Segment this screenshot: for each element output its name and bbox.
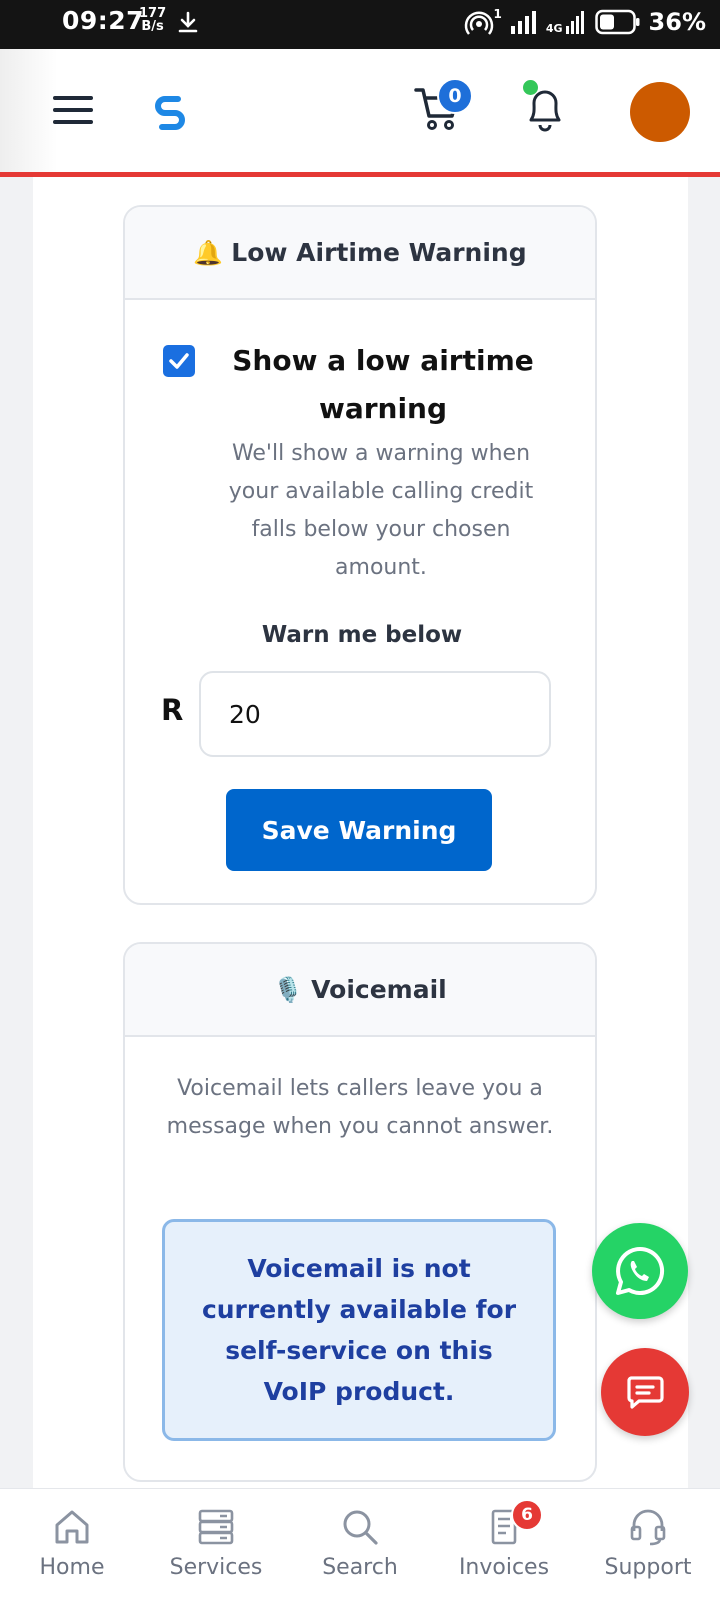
chat-button[interactable]	[601, 1348, 689, 1436]
microphone-emoji-icon: 🎙️	[273, 975, 304, 1004]
voicemail-notice: Voicemail is not currently available for…	[162, 1219, 556, 1441]
card-title: Voicemail	[311, 975, 447, 1004]
brand-logo[interactable]	[150, 90, 190, 130]
nav-services[interactable]: Services	[144, 1489, 288, 1600]
status-bar: 09:27 177 B/s 1 4G 36%	[0, 0, 720, 49]
battery-percent: 36%	[648, 8, 706, 36]
status-time: 09:27	[62, 6, 145, 35]
signal-icon	[510, 11, 536, 34]
currency-symbol: R	[161, 693, 184, 727]
warning-amount-input[interactable]: 20	[199, 671, 551, 757]
nav-label: Support	[604, 1555, 692, 1580]
nav-label: Invoices	[458, 1555, 550, 1580]
nav-invoices[interactable]: 6 Invoices	[432, 1489, 576, 1600]
download-icon	[178, 11, 198, 33]
option-title: Show a low airtime warning	[232, 344, 534, 425]
checkmark-icon	[169, 353, 189, 369]
save-warning-button[interactable]: Save Warning	[226, 789, 492, 871]
card-header: 🎙️ Voicemail	[125, 944, 595, 1037]
low-airtime-checkbox[interactable]	[163, 345, 195, 377]
notification-dot	[523, 80, 538, 95]
card-header: 🔔 Low Airtime Warning	[125, 207, 595, 300]
signal-4g-icon: 4G	[546, 10, 587, 34]
avatar[interactable]	[630, 82, 690, 142]
hamburger-line	[53, 108, 93, 112]
nav-label: Services	[169, 1555, 263, 1580]
bottom-navigation: Home Services Search 6 Invoices Support	[0, 1488, 720, 1600]
whatsapp-button[interactable]	[592, 1223, 688, 1319]
nav-label: Home	[39, 1555, 105, 1580]
warn-below-label: Warn me below	[261, 622, 463, 648]
chat-icon	[627, 1376, 664, 1409]
nav-support[interactable]: Support	[576, 1489, 720, 1600]
menu-button[interactable]	[53, 96, 93, 128]
bell-emoji-icon: 🔔	[193, 238, 224, 267]
nav-label: Search	[322, 1555, 398, 1580]
voicemail-notice-text: Voicemail is not currently available for…	[201, 1254, 517, 1406]
cart-count-badge: 0	[437, 78, 473, 114]
battery-icon	[594, 9, 640, 35]
hamburger-line	[53, 120, 93, 124]
low-airtime-card: 🔔 Low Airtime Warning Show a low airtime…	[123, 205, 597, 905]
hotspot-icon: 1	[464, 7, 502, 37]
whatsapp-icon	[616, 1246, 665, 1295]
nav-search[interactable]: Search	[288, 1489, 432, 1600]
invoices-count-badge: 6	[511, 1499, 543, 1531]
network-speed: 177 B/s	[139, 6, 167, 34]
card-title: Low Airtime Warning	[231, 238, 527, 267]
nav-home[interactable]: Home	[0, 1489, 144, 1600]
voicemail-description: Voicemail lets callers leave you a messa…	[166, 1076, 554, 1139]
voicemail-card: 🎙️ Voicemail Voicemail lets callers leav…	[123, 942, 597, 1482]
home-icon	[55, 1510, 89, 1544]
headset-icon	[630, 1509, 666, 1546]
server-icon	[198, 1509, 234, 1545]
option-description: We'll show a warning when your available…	[228, 441, 534, 580]
app-header	[0, 49, 720, 172]
hamburger-line	[53, 96, 93, 100]
search-icon	[343, 1510, 378, 1545]
